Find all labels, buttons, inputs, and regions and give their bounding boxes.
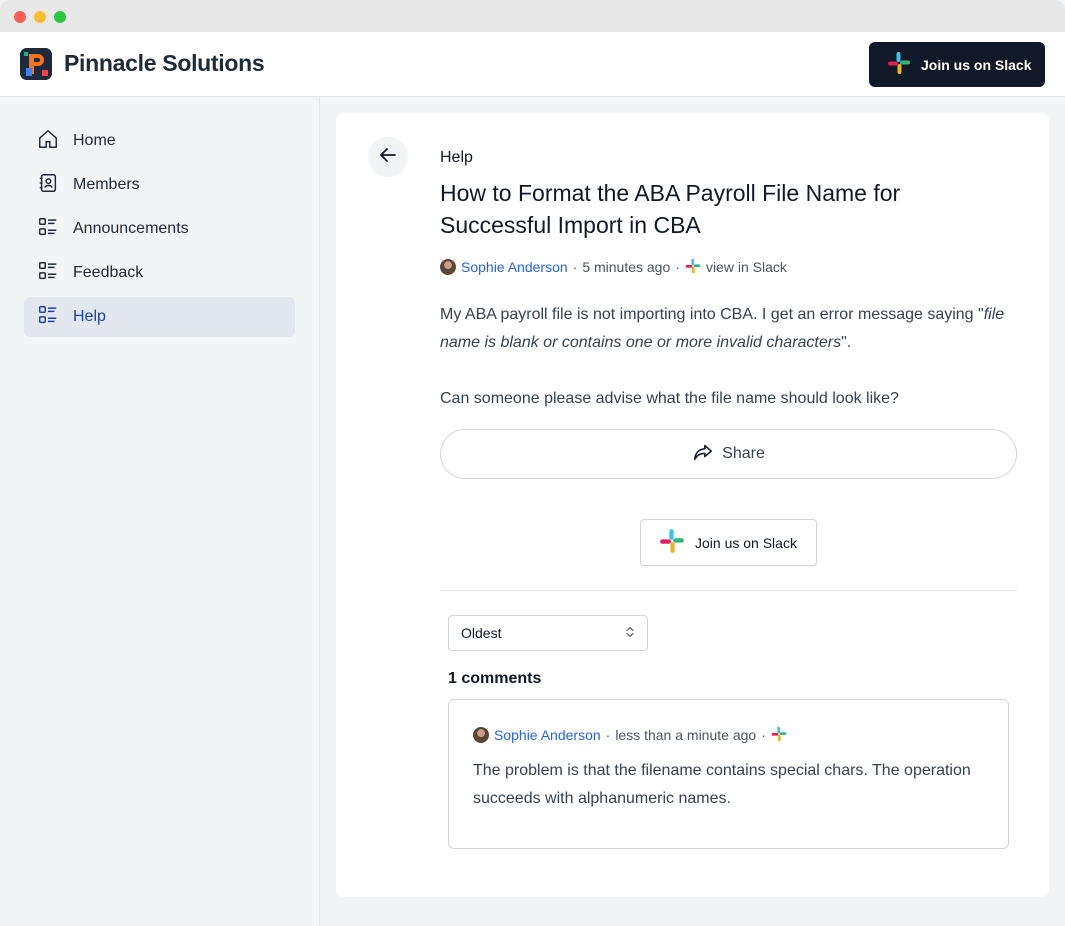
slack-icon <box>659 528 685 557</box>
post-body-intro: My ABA payroll file is not importing int… <box>440 306 984 323</box>
sidebar-item-help[interactable]: Help <box>24 297 295 337</box>
brand-name: Pinnacle Solutions <box>64 50 265 76</box>
back-button[interactable] <box>368 137 408 177</box>
author-link[interactable]: Sophie Anderson <box>494 727 601 743</box>
divider <box>440 590 1017 591</box>
chevron-up-down-icon <box>625 625 635 641</box>
comment-time: less than a minute ago <box>615 727 757 743</box>
join-slack-label: Join us on Slack <box>921 56 1032 73</box>
comment-meta: Sophie Anderson · less than a minute ago… <box>473 726 787 744</box>
sidebar-item-label: Feedback <box>73 264 144 281</box>
post-card: Help How to Format the ABA Payroll File … <box>336 113 1049 897</box>
sidebar-item-label: Help <box>73 308 106 325</box>
address-book-icon <box>37 172 59 199</box>
avatar <box>473 727 489 743</box>
app-window: Pinnacle Solutions Join us on Slack Home <box>0 0 1065 926</box>
sidebar-item-label: Members <box>73 176 140 193</box>
share-label: Share <box>722 445 765 462</box>
comments-count: 1 comments <box>448 670 542 687</box>
sidebar-item-members[interactable]: Members <box>24 165 295 205</box>
meta-separator: · <box>761 727 766 743</box>
post-body-question: Can someone please advise what the file … <box>440 390 899 407</box>
post-time: 5 minutes ago <box>582 259 671 275</box>
meta-separator: · <box>675 259 680 275</box>
join-slack-button[interactable]: Join us on Slack <box>640 519 817 566</box>
slack-icon <box>685 258 701 277</box>
app-header: Pinnacle Solutions Join us on Slack <box>0 32 1065 97</box>
post-meta: Sophie Anderson · 5 minutes ago · view i… <box>440 258 787 276</box>
post-title: How to Format the ABA Payroll File Name … <box>440 180 901 238</box>
post-body: My ABA payroll file is not importing int… <box>440 301 1030 413</box>
sidebar-item-home[interactable]: Home <box>24 121 295 161</box>
post-body-outro: ". <box>841 334 852 351</box>
minimize-window-button[interactable] <box>34 11 46 23</box>
close-window-button[interactable] <box>14 11 26 23</box>
slack-icon <box>887 51 911 78</box>
slack-icon[interactable] <box>771 726 787 745</box>
list-icon <box>37 304 59 331</box>
sidebar-item-announcements[interactable]: Announcements <box>24 209 295 249</box>
meta-separator: · <box>572 259 578 275</box>
share-icon <box>692 441 714 468</box>
avatar <box>440 259 456 275</box>
list-icon <box>37 260 59 287</box>
section-breadcrumb[interactable]: Help <box>440 149 473 167</box>
home-icon <box>37 128 59 155</box>
comment-sort-select[interactable]: Oldest <box>448 615 648 651</box>
window-titlebar <box>0 0 1065 32</box>
share-button[interactable]: Share <box>440 429 1017 479</box>
view-in-slack-link[interactable]: view in Slack <box>706 259 787 275</box>
sidebar-item-label: Home <box>73 132 116 149</box>
author-link[interactable]: Sophie Anderson <box>461 259 568 275</box>
zoom-window-button[interactable] <box>54 11 66 23</box>
join-slack-button[interactable]: Join us on Slack <box>869 42 1045 87</box>
join-slack-label: Join us on Slack <box>695 534 797 551</box>
sort-value: Oldest <box>461 625 502 641</box>
brand-logo-icon[interactable] <box>20 48 52 80</box>
sidebar: Home Members Announcements Feedback Help <box>0 97 320 926</box>
sidebar-item-label: Announcements <box>73 220 189 237</box>
arrow-left-icon <box>378 145 398 170</box>
comment-text: The problem is that the filename contain… <box>473 762 971 807</box>
list-icon <box>37 216 59 243</box>
sidebar-item-feedback[interactable]: Feedback <box>24 253 295 293</box>
comment-card: Sophie Anderson · less than a minute ago… <box>448 699 1009 849</box>
meta-separator: · <box>605 727 611 743</box>
post-body-paragraph: My ABA payroll file is not importing int… <box>440 301 1030 357</box>
